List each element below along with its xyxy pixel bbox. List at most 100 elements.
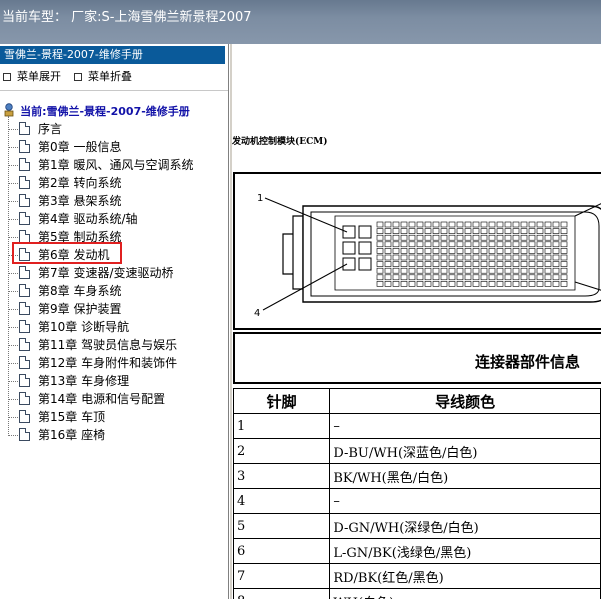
document-icon <box>19 194 30 207</box>
pin-table: 针脚 导线颜色 1–2 D-BU/WH(深蓝色/白色) 3 BK/WH(黑色/白色) 4… <box>232 388 601 599</box>
tree-item[interactable]: 第11章 驾驶员信息与娱乐 <box>8 336 223 354</box>
tree-item[interactable]: 第4章 驱动系统/轴 <box>8 210 223 228</box>
tree-root[interactable]: 当前:雪佛兰-景程-2007-维修手册 <box>3 100 190 119</box>
tree-branch-line <box>8 201 18 202</box>
tree-branch-line <box>8 183 18 184</box>
pin-number-cell: 3 <box>232 463 331 489</box>
document-icon <box>19 284 30 297</box>
expand-icon <box>3 73 11 81</box>
table-row: 5 D-GN/WH(深绿色/白色) <box>232 513 601 539</box>
connector-info-box: 连接器部件信息 <box>233 332 601 384</box>
tree-branch-line <box>8 147 18 148</box>
document-icon <box>19 302 30 315</box>
manual-root-icon <box>4 103 14 117</box>
tree-branch-line <box>8 381 18 382</box>
document-icon <box>19 428 30 441</box>
document-icon <box>19 212 30 225</box>
wire-color-cell: L-GN/BK(浅绿色/黑色) <box>329 538 601 564</box>
tree-item[interactable]: 第15章 车顶 <box>8 408 223 426</box>
tree-item-label: 第3章 悬架系统 <box>38 194 122 208</box>
document-icon <box>19 158 30 171</box>
table-row: 7 RD/BK(红色/黑色) <box>232 563 601 589</box>
connector-figure: 1 4 <box>233 172 601 330</box>
pin-table-header-row: 针脚 导线颜色 <box>232 388 601 414</box>
tree-item[interactable]: 第7章 变速器/变速驱动桥 <box>8 264 223 282</box>
tree-branch-line <box>8 219 18 220</box>
tree-item-label: 第2章 转向系统 <box>38 176 122 190</box>
wire-color-cell: – <box>329 413 601 439</box>
tree-item-label: 第14章 电源和信号配置 <box>38 392 166 406</box>
table-row: 2 D-BU/WH(深蓝色/白色) <box>232 438 601 464</box>
document-icon <box>19 266 30 279</box>
tree-branch-line <box>8 345 18 346</box>
tree-item-label: 第4章 驱动系统/轴 <box>38 212 138 226</box>
tree-item[interactable]: 序言 <box>8 120 223 138</box>
tree-item[interactable]: 第14章 电源和信号配置 <box>8 390 223 408</box>
document-icon <box>19 374 30 387</box>
tree-branch-line <box>8 291 18 292</box>
wire-color-cell: D-GN/WH(深绿色/白色) <box>329 513 601 539</box>
pin-number-cell: 8 <box>232 588 331 599</box>
tree-branch-line <box>8 273 18 274</box>
table-row: 3 BK/WH(黑色/白色) <box>232 463 601 489</box>
tree-item[interactable]: 第12章 车身附件和装饰件 <box>8 354 223 372</box>
document-icon <box>19 410 30 423</box>
tree-item-label: 第16章 座椅 <box>38 428 106 442</box>
tree-item[interactable]: 第10章 诊断导航 <box>8 318 223 336</box>
tree-branch-line <box>8 327 18 328</box>
document-icon <box>19 338 30 351</box>
tree-item-label: 第13章 车身修理 <box>38 374 130 388</box>
wire-color-column-header: 导线颜色 <box>329 388 601 414</box>
pin-number-cell: 1 <box>232 413 331 439</box>
selected-item-highlight <box>12 242 122 264</box>
window-titlebar: 当前车型： 厂家:S-上海雪佛兰新景程2007 <box>0 0 601 44</box>
document-icon <box>19 356 30 369</box>
connector-info-title: 连接器部件信息 <box>475 353 581 371</box>
table-row: 1– <box>232 413 601 439</box>
sidebar: 雪佛兰-景程-2007-维修手册 菜单展开 菜单折叠 当前:雪佛兰-景程-200… <box>0 44 228 599</box>
expand-all-button[interactable]: 菜单展开 <box>3 68 61 84</box>
sidebar-divider <box>0 90 228 91</box>
tree-item[interactable]: 第13章 车身修理 <box>8 372 223 390</box>
tree-item-label: 第0章 一般信息 <box>38 140 122 154</box>
tree-branch-line <box>8 129 18 130</box>
pin-number-cell: 2 <box>232 438 331 464</box>
tree-item[interactable]: 第9章 保护装置 <box>8 300 223 318</box>
tree-item-label: 第11章 驾驶员信息与娱乐 <box>38 338 178 352</box>
pin-number-cell: 6 <box>232 538 331 564</box>
table-row: 4– <box>232 488 601 514</box>
callout-label: 1 <box>257 193 263 204</box>
pin-number-cell: 5 <box>232 513 331 539</box>
tree-branch-line <box>8 363 18 364</box>
wire-color-cell: D-BU/WH(深蓝色/白色) <box>329 438 601 464</box>
tree-item[interactable]: 第2章 转向系统 <box>8 174 223 192</box>
wire-color-cell: – <box>329 488 601 514</box>
tree-item[interactable]: 第3章 悬架系统 <box>8 192 223 210</box>
tree-item-label: 第1章 暖风、通风与空调系统 <box>38 158 194 172</box>
pin-number-cell: 4 <box>232 488 331 514</box>
tree-branch-line <box>8 165 18 166</box>
tree-branch-line <box>8 237 18 238</box>
collapse-label: 菜单折叠 <box>88 70 132 83</box>
ecm-connector-illustration: 1 4 <box>254 193 601 319</box>
wire-color-cell: BK/WH(黑色/白色) <box>329 463 601 489</box>
collapse-icon <box>74 73 82 81</box>
document-icon <box>19 140 30 153</box>
wire-color-cell: RD/BK(红色/黑色) <box>329 563 601 589</box>
tree-item[interactable]: 第8章 车身系统 <box>8 282 223 300</box>
tree-item-label: 第7章 变速器/变速驱动桥 <box>38 266 174 280</box>
collapse-all-button[interactable]: 菜单折叠 <box>74 68 132 84</box>
tree-item[interactable]: 第0章 一般信息 <box>8 138 223 156</box>
tree-item-label: 第10章 诊断导航 <box>38 320 130 334</box>
window-title: 当前车型： 厂家:S-上海雪佛兰新景程2007 <box>2 10 252 25</box>
expand-label: 菜单展开 <box>17 70 61 83</box>
document-icon <box>19 176 30 189</box>
tree-branch-line <box>8 309 18 310</box>
tree-item[interactable]: 第16章 座椅 <box>8 426 223 444</box>
document-icon <box>19 392 30 405</box>
tree-item-label: 第12章 车身附件和装饰件 <box>38 356 178 370</box>
tree-item[interactable]: 第1章 暖风、通风与空调系统 <box>8 156 223 174</box>
pin-number-cell: 7 <box>232 563 331 589</box>
callout-label: 4 <box>254 308 260 319</box>
tree-branch-line <box>8 417 18 418</box>
